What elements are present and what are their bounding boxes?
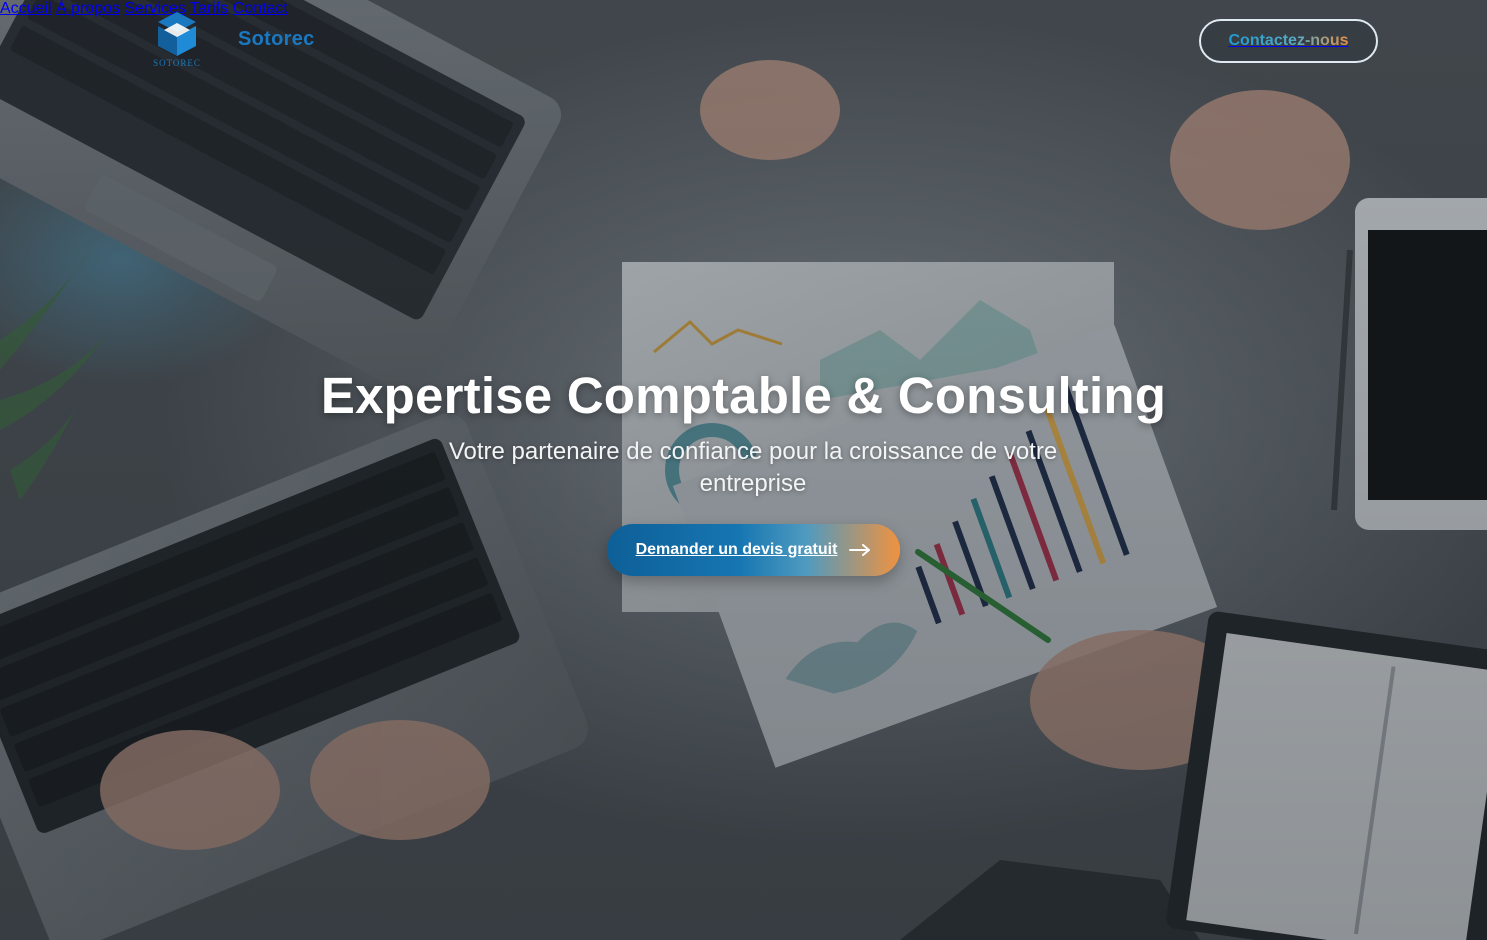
arrow-right-icon [849, 544, 871, 556]
hero-subtitle: Votre partenaire de confiance pour la cr… [448, 438, 1058, 497]
menu-item-a-propos[interactable]: À propos [56, 0, 120, 17]
menu-item-accueil[interactable]: Accueil [0, 0, 52, 17]
main-menu: Accueil À propos Services Tarifs Contact [0, 0, 1487, 18]
site-header: SOTOREC Sotorec Accueil À propos Service… [0, 0, 1487, 84]
hero-section: SOTOREC Sotorec Accueil À propos Service… [0, 0, 1487, 940]
menu-item-contact[interactable]: Contact [233, 0, 288, 17]
hero-title: Expertise Comptable & Consulting [320, 367, 1167, 424]
contact-us-button[interactable]: Contactez-nous [1199, 19, 1378, 63]
logo-caption: SOTOREC [153, 58, 201, 68]
contact-us-label: Contactez-nous [1228, 32, 1349, 49]
request-quote-label: Demander un devis gratuit [635, 541, 838, 558]
brand-name[interactable]: Sotorec [238, 28, 315, 51]
request-quote-button[interactable]: Demander un devis gratuit [607, 524, 900, 576]
